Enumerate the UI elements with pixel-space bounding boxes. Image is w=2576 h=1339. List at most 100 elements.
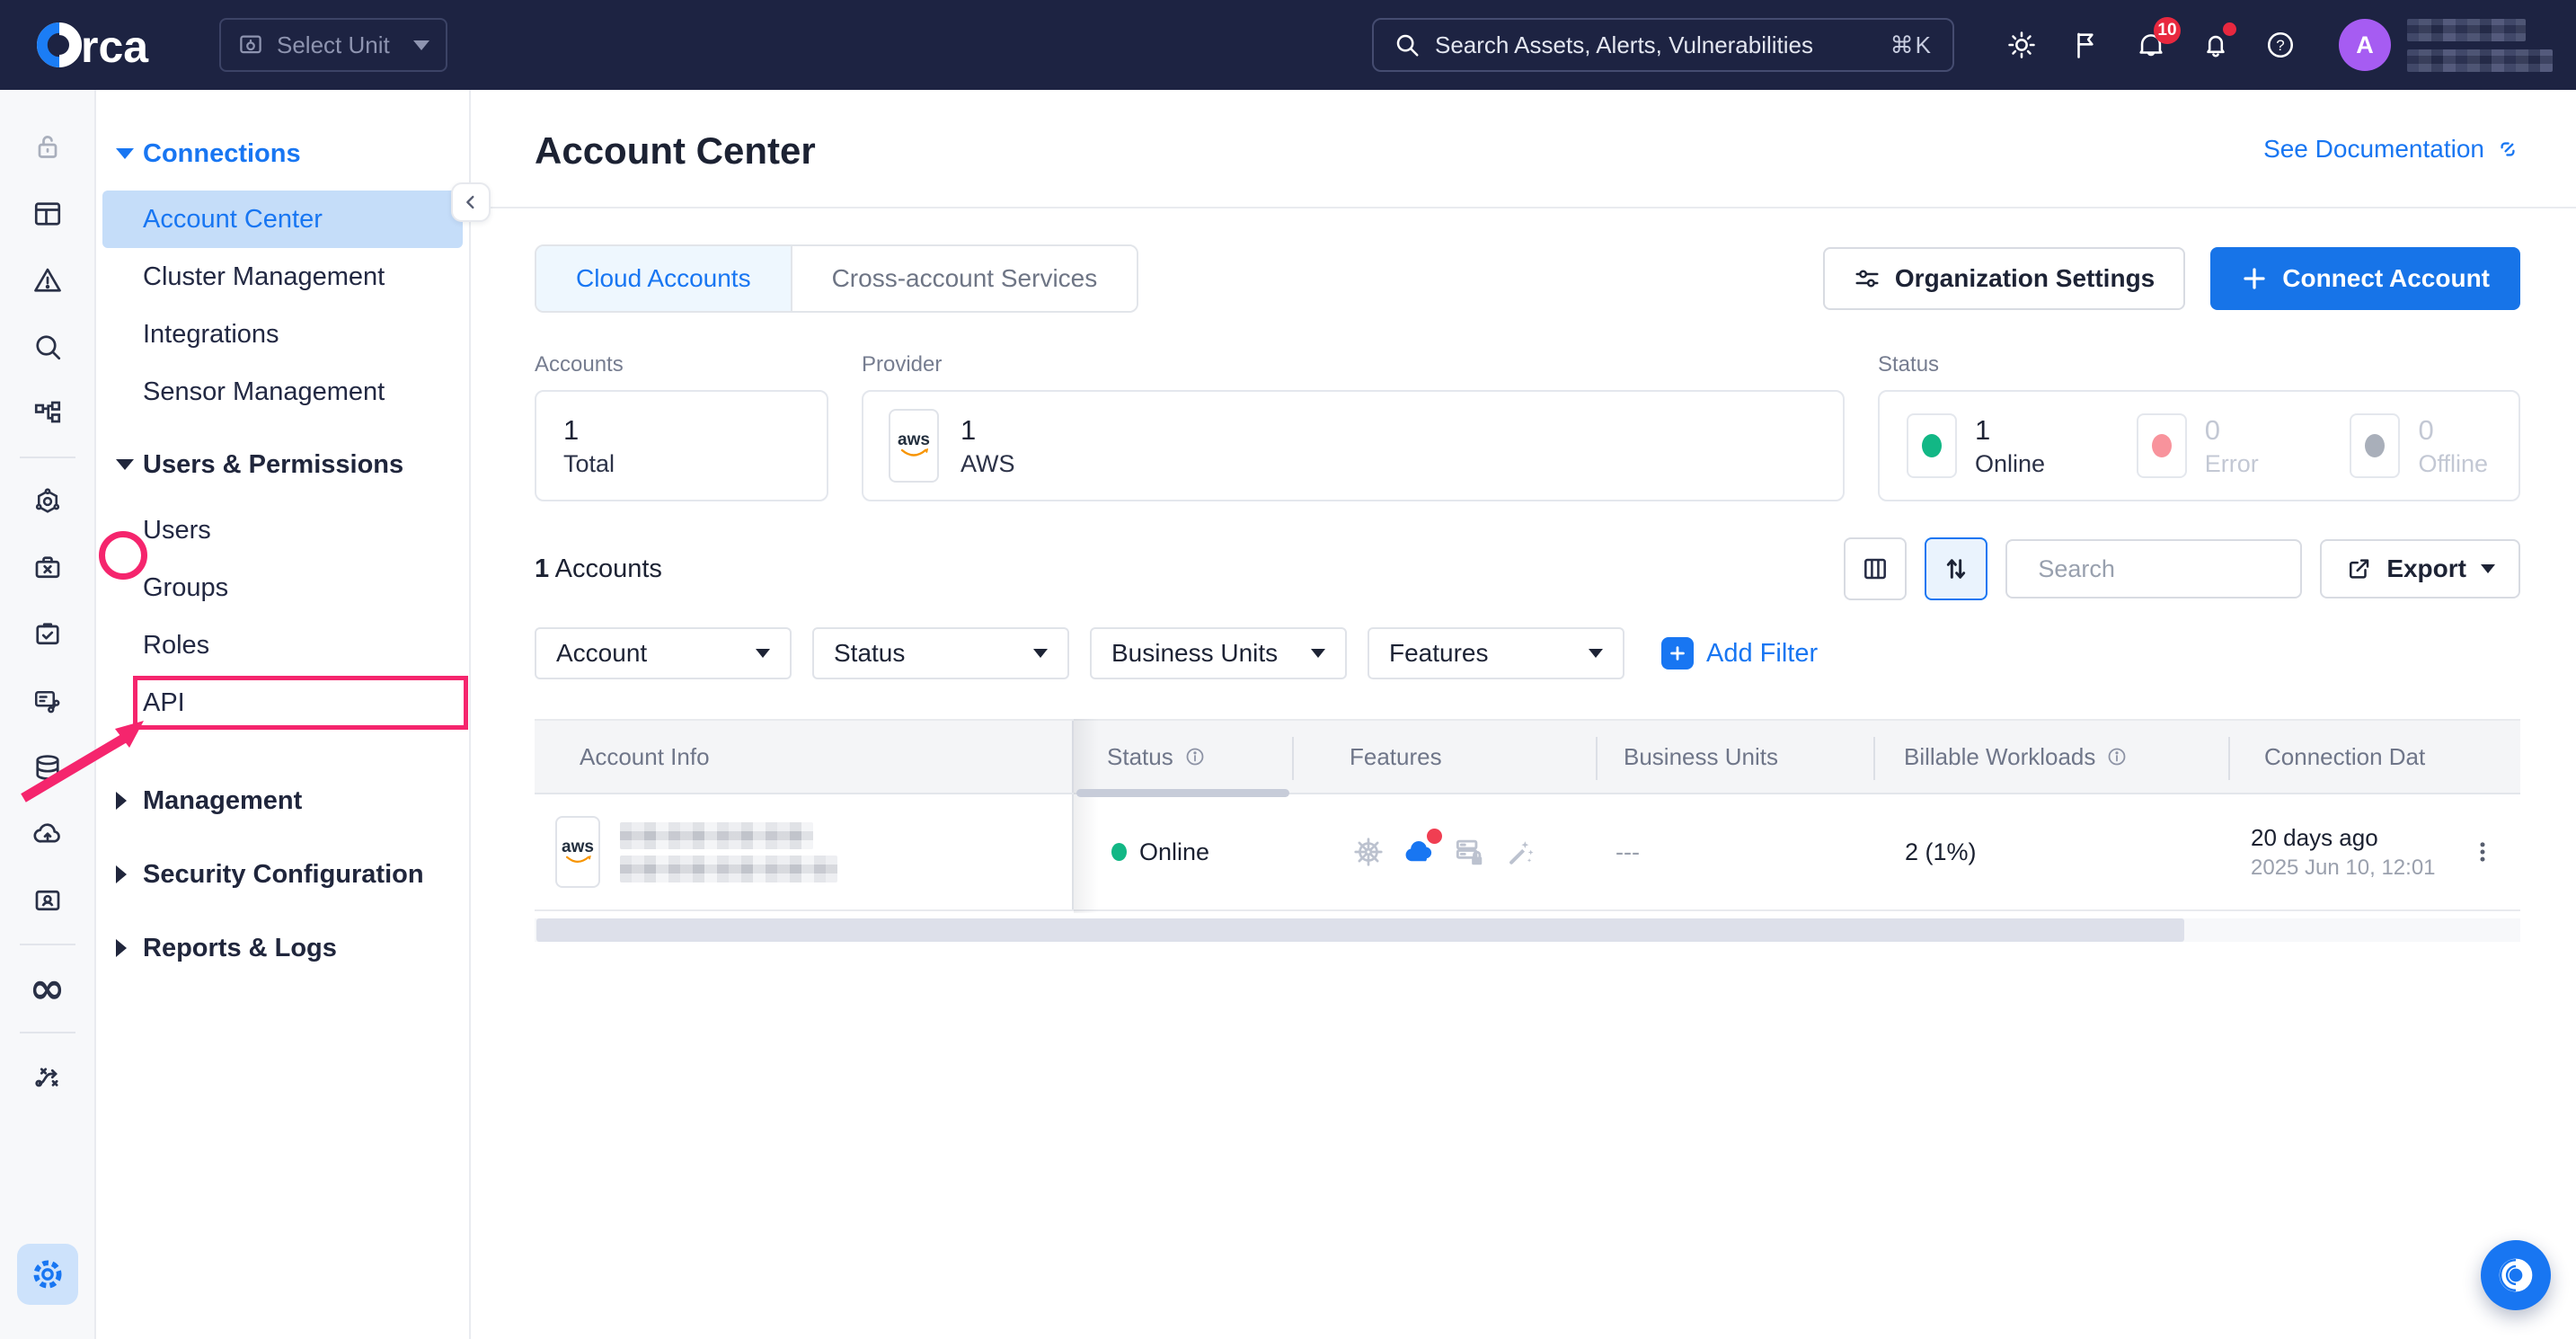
compliance-clipboard-icon[interactable] <box>31 618 64 651</box>
row-menu-button[interactable] <box>2444 794 2520 909</box>
topbar-actions: 10 ? <box>2005 28 2297 62</box>
filter-features-dropdown[interactable]: Features <box>1368 627 1624 679</box>
sidebar-collapse-button[interactable] <box>451 182 491 222</box>
plus-icon <box>1661 637 1694 670</box>
user-menu[interactable]: A <box>2339 19 2553 72</box>
sidebar-section-connections[interactable]: Connections <box>96 129 469 178</box>
see-documentation-link[interactable]: See Documentation <box>2263 135 2520 164</box>
export-button[interactable]: Export <box>2320 539 2520 599</box>
devops-infinity-icon[interactable]: ∞ <box>31 972 64 1005</box>
asset-tree-icon[interactable] <box>31 397 64 430</box>
remediation-route-icon[interactable] <box>31 1060 64 1093</box>
accounts-total-value: 1 <box>563 414 615 447</box>
icon-rail: ∞ <box>0 90 96 1339</box>
rail-divider <box>20 1032 75 1033</box>
col-account-info[interactable]: Account Info <box>535 721 1074 793</box>
theme-sun-icon[interactable] <box>2005 28 2039 62</box>
vendor-briefcase-icon[interactable] <box>31 552 64 584</box>
offline-dot-icon <box>2350 413 2400 478</box>
sidebar-section-security-configuration[interactable]: Security Configuration <box>96 838 469 911</box>
assistant-fab-button[interactable] <box>2481 1240 2551 1310</box>
global-search[interactable]: ⌘K <box>1372 18 1954 72</box>
identity-card-icon[interactable] <box>31 884 64 917</box>
connect-account-button[interactable]: Connect Account <box>2210 247 2520 310</box>
tab-cross-account-services[interactable]: Cross-account Services <box>792 246 1138 311</box>
sidebar-item-roles[interactable]: Roles <box>102 616 463 674</box>
filter-status-dropdown[interactable]: Status <box>812 627 1069 679</box>
filter-business-units-dropdown[interactable]: Business Units <box>1090 627 1347 679</box>
search-nav-icon[interactable] <box>31 331 64 363</box>
policy-list-icon[interactable] <box>31 685 64 717</box>
account-center-screen: rca Select Unit ⌘K <box>0 0 2576 1339</box>
table-top-scrollbar[interactable] <box>1076 789 1289 797</box>
alerts-triangle-icon[interactable] <box>31 264 64 297</box>
notifications-bell-icon[interactable] <box>2199 28 2233 62</box>
dashboard-icon[interactable] <box>31 198 64 230</box>
section-collapsed-caret-icon[interactable] <box>116 792 127 810</box>
col-business-units[interactable]: Business Units <box>1596 721 1873 793</box>
col-features[interactable]: Features <box>1292 721 1596 793</box>
col-billable-workloads[interactable]: Billable Workloads <box>1873 721 2228 793</box>
settings-gear-icon[interactable] <box>17 1244 78 1305</box>
database-icon[interactable] <box>31 751 64 784</box>
connection-date-cell: 20 days ago 2025 Jun 10, 12:01 <box>2228 794 2444 909</box>
tab-cloud-accounts[interactable]: Cloud Accounts <box>536 246 792 311</box>
provider-count-value: 1 <box>960 414 1015 447</box>
billable-workloads-cell: 2 (1%) <box>1873 794 2228 909</box>
kubernetes-helm-icon[interactable] <box>1351 835 1385 869</box>
status-error: 0 Error <box>2137 413 2259 478</box>
sidebar-item-api[interactable]: API <box>102 674 463 732</box>
sidebar-section-reports-logs[interactable]: Reports & Logs <box>96 911 469 985</box>
data-security-feature-icon[interactable] <box>1452 835 1486 869</box>
section-collapsed-caret-icon[interactable] <box>116 865 127 883</box>
sort-arrows-icon <box>1942 554 1970 583</box>
aws-provider-logo: aws <box>889 409 939 483</box>
provider-name-label: AWS <box>960 450 1015 478</box>
accounts-total-label: Total <box>563 450 615 478</box>
sort-button[interactable] <box>1925 537 1987 600</box>
cloud-feature-icon[interactable] <box>1402 835 1436 869</box>
topbar: rca Select Unit ⌘K <box>0 0 2576 90</box>
sidebar-section-users-permissions[interactable]: Users & Permissions <box>96 440 469 489</box>
table-row[interactable]: aws Online <box>535 794 2520 911</box>
alert-dot-badge <box>1427 829 1442 844</box>
chevron-down-icon <box>1033 649 1048 658</box>
ai-wand-feature-icon[interactable] <box>1502 835 1536 869</box>
announcements-bell-icon[interactable]: 10 <box>2134 28 2168 62</box>
col-connection-date[interactable]: Connection Dat <box>2228 721 2444 793</box>
info-icon <box>1184 746 1206 767</box>
search-shortcut: ⌘K <box>1890 31 1933 59</box>
select-unit-dropdown[interactable]: Select Unit <box>219 18 447 72</box>
sidebar-item-cluster-management[interactable]: Cluster Management <box>102 248 463 306</box>
accounts-summary: Accounts 1 Total <box>535 352 828 501</box>
table-search-input[interactable] <box>2038 555 2356 583</box>
flag-icon[interactable] <box>2069 28 2103 62</box>
organization-settings-button[interactable]: Organization Settings <box>1823 247 2185 310</box>
kebab-menu-icon <box>2469 838 2496 865</box>
section-expand-caret-icon[interactable] <box>116 459 134 470</box>
main-content: Account Center See Documentation Cloud A… <box>471 90 2576 1339</box>
notification-dot-badge <box>2223 22 2236 36</box>
orca-logo[interactable]: rca <box>36 18 183 72</box>
section-collapsed-caret-icon[interactable] <box>116 939 127 957</box>
section-expand-caret-icon[interactable] <box>116 148 134 159</box>
cloud-sync-icon[interactable] <box>31 818 64 850</box>
sidebar-item-account-center[interactable]: Account Center <box>102 191 463 248</box>
attack-path-icon[interactable] <box>31 485 64 518</box>
sidebar-item-users[interactable]: Users <box>102 501 463 559</box>
online-status-dot <box>1111 843 1127 861</box>
table-search[interactable] <box>2005 539 2302 599</box>
sidebar-item-integrations[interactable]: Integrations <box>102 306 463 363</box>
scrollbar-thumb[interactable] <box>536 918 2184 942</box>
help-icon[interactable]: ? <box>2263 28 2297 62</box>
account-info-cell: aws <box>535 794 1074 909</box>
sidebar-section-management[interactable]: Management <box>96 764 469 838</box>
sidebar-item-sensor-management[interactable]: Sensor Management <box>102 363 463 421</box>
col-status[interactable]: Status <box>1074 721 1292 793</box>
add-filter-button[interactable]: Add Filter <box>1661 637 1818 670</box>
lock-icon[interactable] <box>31 131 64 164</box>
columns-button[interactable] <box>1844 537 1907 600</box>
filter-account-dropdown[interactable]: Account <box>535 627 792 679</box>
global-search-input[interactable] <box>1435 31 1876 59</box>
sidebar-item-groups[interactable]: Groups <box>102 559 463 616</box>
